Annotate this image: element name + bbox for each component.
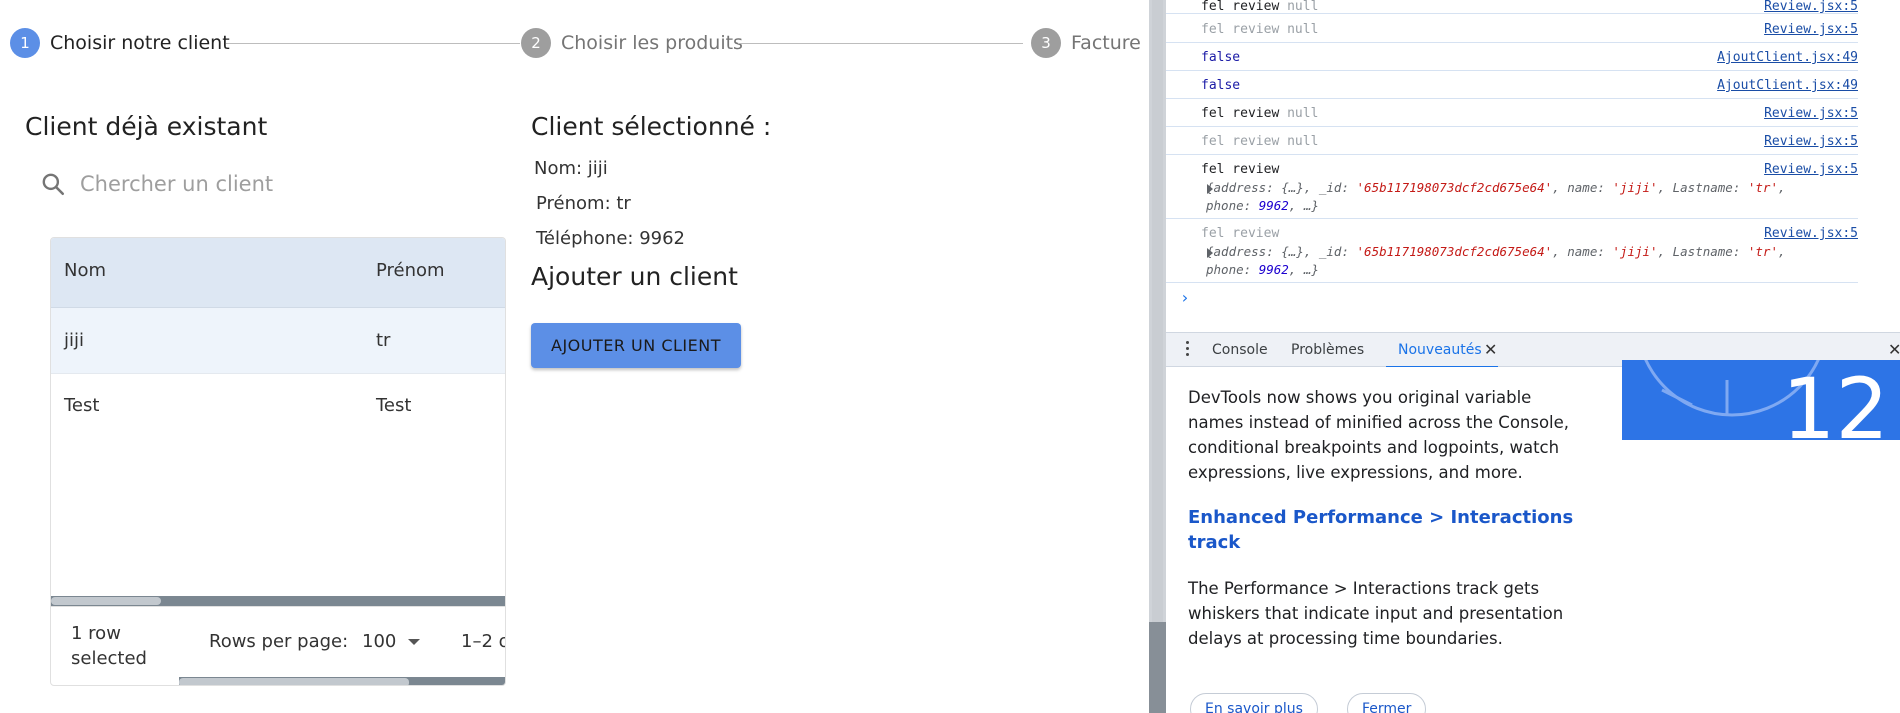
selected-client-telephone: Téléphone: 9962	[536, 228, 686, 249]
log-message: fel review null	[1201, 106, 1319, 121]
object-preview[interactable]: {address: {…}, _id: '65b117198073dcf2cd6…	[1206, 243, 1786, 279]
cell-nom: jiji	[64, 330, 85, 351]
console-prompt-icon[interactable]: ›	[1180, 288, 1190, 307]
client-search	[40, 166, 470, 202]
console-log-entry: false AjoutClient.jsx:49	[1166, 43, 1858, 71]
table-row[interactable]: Test Test	[51, 374, 505, 440]
log-source-link[interactable]: Review.jsx:5	[1764, 106, 1858, 121]
table-footer: 1 row selected Rows per page: 100 1–2 of…	[51, 606, 505, 685]
rows-per-page-select[interactable]: 100	[362, 631, 421, 652]
column-header-prenom[interactable]: Prénom	[376, 260, 445, 281]
feature-illustration: 12	[1622, 360, 1900, 440]
whats-new-paragraph: The Performance > Interactions track get…	[1188, 579, 1564, 648]
log-source-link[interactable]: AjoutClient.jsx:49	[1717, 50, 1858, 65]
page-scrollbar[interactable]	[1152, 0, 1163, 622]
rows-per-page-label: Rows per page:	[209, 631, 349, 652]
log-source-link[interactable]: AjoutClient.jsx:49	[1717, 78, 1858, 93]
selected-client-title: Client sélectionné :	[531, 112, 772, 141]
log-message: false	[1201, 78, 1241, 93]
selected-client-nom: Nom: jiji	[534, 158, 608, 179]
close-button[interactable]: Fermer	[1347, 693, 1427, 713]
tab-problemes[interactable]: Problèmes	[1291, 342, 1364, 358]
step-2-number: 2	[521, 28, 551, 58]
selected-count-line2: selected	[71, 648, 147, 669]
feature-heading-link[interactable]: Enhanced Performance > Interactions trac…	[1188, 505, 1588, 555]
console-log-entry: fel review Review.jsx:5 {address: {…}, _…	[1166, 155, 1858, 219]
step-3-label: Facture	[1071, 32, 1141, 54]
whats-new-panel: 12 DevTools now shows you original varia…	[1166, 360, 1900, 713]
step-2-label: Choisir les produits	[561, 32, 743, 54]
console-log-entry: fel review null Review.jsx:5	[1166, 99, 1858, 127]
step-connector	[226, 43, 520, 44]
log-message: fel review null	[1201, 0, 1319, 14]
whats-new-paragraph: DevTools now shows you original variable…	[1188, 388, 1570, 482]
log-message: fel review null	[1201, 22, 1319, 37]
cell-prenom: Test	[376, 395, 412, 416]
stepper: 1 Choisir notre client 2 Choisir les pro…	[10, 28, 1149, 58]
close-tab-icon[interactable]: ✕	[1484, 340, 1497, 359]
add-client-title: Ajouter un client	[531, 262, 738, 291]
log-source-link[interactable]: Review.jsx:5	[1764, 226, 1858, 241]
log-source-link[interactable]: Review.jsx:5	[1764, 162, 1858, 177]
step-1-label: Choisir notre client	[50, 32, 230, 54]
divider-bottom	[1149, 622, 1166, 713]
tab-console[interactable]: Console	[1212, 342, 1268, 358]
log-source-link[interactable]: Review.jsx:5	[1764, 22, 1858, 37]
tab-nouveautes[interactable]: Nouveautés	[1398, 342, 1482, 358]
log-source-link[interactable]: Review.jsx:5	[1764, 0, 1858, 14]
search-input[interactable]	[80, 172, 440, 196]
table-header: Nom Prénom	[51, 238, 505, 308]
console-log-entry: false AjoutClient.jsx:49	[1166, 71, 1858, 99]
cell-prenom: tr	[376, 330, 391, 351]
step-3[interactable]: 3 Facture	[1031, 28, 1141, 58]
cell-nom: Test	[64, 395, 100, 416]
log-message: false	[1201, 50, 1241, 65]
table-row[interactable]: jiji tr	[51, 308, 505, 374]
step-connector	[738, 43, 1023, 44]
log-message: fel review	[1201, 226, 1280, 241]
selected-client-prenom: Prénom: tr	[536, 193, 631, 214]
clock-illustration-icon: 12	[1644, 360, 1889, 440]
step-2[interactable]: 2 Choisir les produits	[521, 28, 743, 58]
selected-count-line1: 1 row	[71, 623, 121, 644]
pagination-range: 1–2 of 2	[461, 631, 505, 652]
step-3-number: 3	[1031, 28, 1061, 58]
scrollbar-thumb[interactable]	[51, 597, 161, 605]
add-client-button[interactable]: AJOUTER UN CLIENT	[531, 323, 741, 368]
log-message: fel review null	[1201, 134, 1319, 149]
close-drawer-icon[interactable]: ✕	[1888, 340, 1900, 359]
step-1[interactable]: 1 Choisir notre client	[10, 28, 230, 58]
svg-text:12: 12	[1782, 360, 1889, 440]
log-source-link[interactable]: Review.jsx:5	[1764, 134, 1858, 149]
step-1-number: 1	[10, 28, 40, 58]
object-preview[interactable]: {address: {…}, _id: '65b117198073dcf2cd6…	[1206, 179, 1786, 215]
more-options-icon[interactable]	[1186, 341, 1190, 359]
existing-client-title: Client déjà existant	[25, 112, 268, 141]
rows-per-page-value: 100	[362, 631, 397, 652]
footer-horizontal-scrollbar[interactable]	[179, 677, 505, 685]
client-app: 1 Choisir notre client 2 Choisir les pro…	[0, 0, 1149, 713]
console-log-entry: fel review null Review.jsx:5	[1166, 0, 1858, 14]
search-icon	[42, 173, 65, 196]
log-message: fel review	[1201, 162, 1280, 177]
console-log-entry: fel review Review.jsx:5 {address: {…}, _…	[1166, 219, 1858, 283]
column-header-nom[interactable]: Nom	[64, 260, 106, 281]
dropdown-arrow-icon	[408, 638, 421, 645]
table-horizontal-scrollbar[interactable]	[51, 596, 505, 606]
clients-table: Nom Prénom jiji tr Test Test 1 row selec…	[50, 237, 506, 686]
console-log-entry: fel review null Review.jsx:5	[1166, 127, 1858, 155]
devtools-panel: fel review null Review.jsx:5 fel review …	[1166, 0, 1900, 713]
panel-divider[interactable]	[1149, 0, 1166, 713]
scrollbar-thumb[interactable]	[179, 678, 409, 685]
learn-more-button[interactable]: En savoir plus	[1190, 693, 1318, 713]
console-log-entry: fel review null Review.jsx:5	[1166, 15, 1858, 43]
